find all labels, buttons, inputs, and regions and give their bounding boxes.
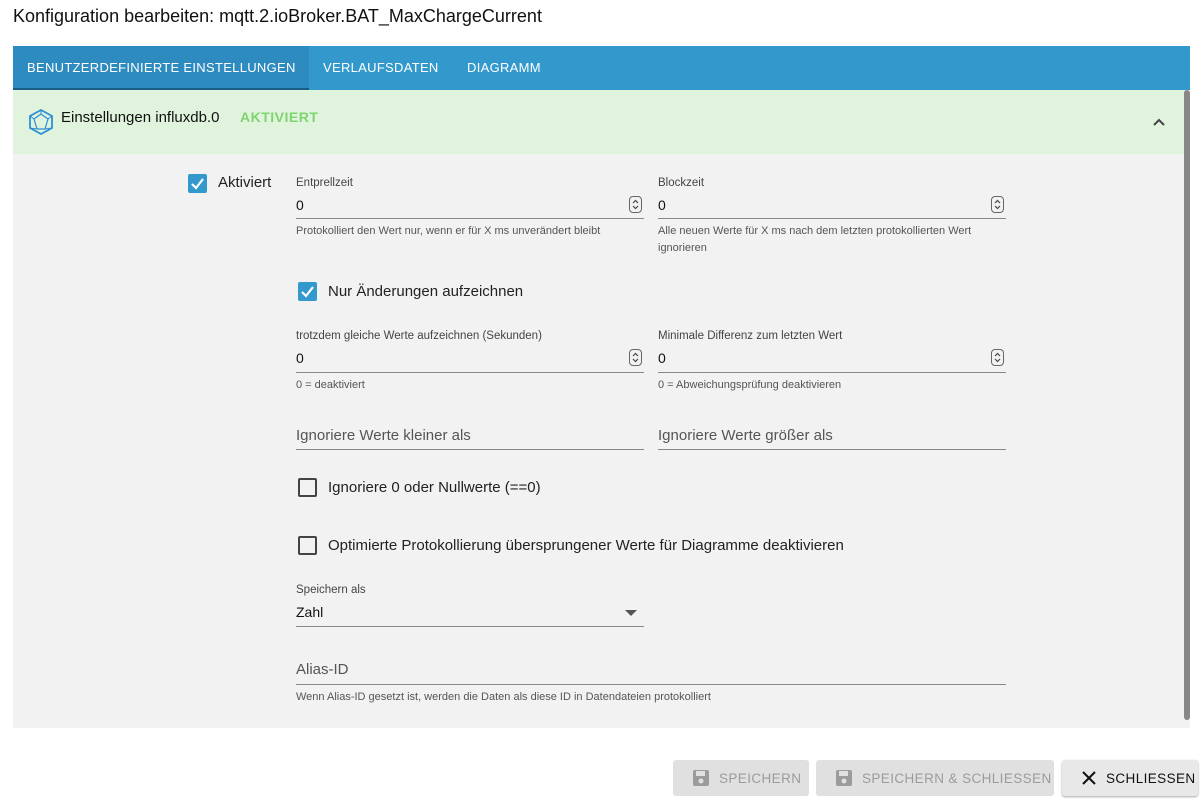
change-min-help: 0 = deaktiviert	[296, 379, 365, 391]
min-diff-help: 0 = Abweichungsprüfung deaktivieren	[658, 379, 842, 391]
store-as-select[interactable]: Zahl	[296, 604, 323, 620]
min-diff-input[interactable]: 0	[658, 350, 666, 366]
disable-skipped-checkbox[interactable]	[298, 536, 317, 555]
close-button-label: SCHLIESSEN	[1106, 770, 1196, 786]
debounce-input[interactable]: 0	[296, 197, 304, 213]
panel-title: Einstellungen influxdb.0	[61, 109, 220, 126]
enabled-checkbox[interactable]	[188, 174, 207, 193]
ignore-above-input[interactable]: Ignoriere Werte größer als	[658, 427, 833, 444]
dialog-title: Konfiguration bearbeiten: mqtt.2.ioBroke…	[13, 6, 542, 26]
save-button[interactable]: SPEICHERN	[673, 760, 809, 796]
change-min-stepper-icon[interactable]	[629, 349, 642, 366]
chevron-up-icon[interactable]	[1149, 112, 1169, 132]
tab-custom-settings[interactable]: BENUTZERDEFINIERTE EINSTELLUNGEN	[13, 46, 309, 90]
blocktime-label: Blockzeit	[658, 177, 705, 189]
min-diff-label: Minimale Differenz zum letzten Wert	[658, 330, 843, 342]
alias-id-help: Wenn Alias-ID gesetzt ist, werden die Da…	[296, 691, 711, 703]
scrollbar[interactable]	[1184, 90, 1190, 720]
tab-bar: BENUTZERDEFINIERTE EINSTELLUNGEN VERLAUF…	[13, 46, 1190, 90]
changes-only-label: Nur Änderungen aufzeichnen	[328, 283, 524, 300]
close-button[interactable]: SCHLIESSEN	[1062, 760, 1198, 796]
tab-history-data[interactable]: VERLAUFSDATEN	[309, 46, 449, 90]
store-as-label: Speichern als	[296, 584, 366, 596]
change-min-label: trotzdem gleiche Werte aufzeichnen (Seku…	[296, 330, 542, 342]
debounce-underline	[296, 218, 644, 219]
debounce-stepper-icon[interactable]	[629, 196, 642, 213]
blocktime-input[interactable]: 0	[658, 197, 666, 213]
ignore-below-input[interactable]: Ignoriere Werte kleiner als	[296, 427, 471, 444]
status-badge: AKTIVIERT	[240, 109, 319, 125]
blocktime-underline	[658, 218, 1006, 219]
save-icon	[836, 770, 852, 786]
chevron-down-icon[interactable]	[625, 610, 637, 616]
ignore-above-underline	[658, 449, 1006, 450]
debounce-label: Entprellzeit	[296, 177, 353, 189]
ignore-zero-checkbox[interactable]	[298, 478, 317, 497]
blocktime-help: Alle neuen Werte für X ms nach dem letzt…	[658, 225, 972, 254]
ignore-below-underline	[296, 449, 644, 450]
min-diff-underline	[658, 372, 1006, 373]
save-icon	[693, 770, 709, 786]
save-and-close-button[interactable]: SPEICHERN & SCHLIESSEN	[816, 760, 1054, 796]
close-icon	[1082, 771, 1096, 785]
panel-header[interactable]: Einstellungen influxdb.0 AKTIVIERT	[13, 90, 1185, 154]
tab-chart[interactable]: DIAGRAMM	[453, 46, 553, 90]
save-button-label: SPEICHERN	[719, 770, 802, 786]
save-and-close-button-label: SPEICHERN & SCHLIESSEN	[862, 770, 1052, 786]
store-as-underline	[296, 626, 644, 627]
alias-id-input[interactable]: Alias-ID	[296, 661, 349, 678]
influxdb-icon	[27, 108, 55, 136]
enabled-label: Aktiviert	[218, 174, 272, 191]
change-min-underline	[296, 372, 644, 373]
disable-skipped-label: Optimierte Protokollierung übersprungene…	[328, 537, 844, 554]
ignore-zero-label: Ignoriere 0 oder Nullwerte (==0)	[328, 479, 541, 496]
blocktime-stepper-icon[interactable]	[991, 196, 1004, 213]
min-diff-stepper-icon[interactable]	[991, 349, 1004, 366]
alias-id-underline	[296, 684, 1006, 685]
debounce-help: Protokolliert den Wert nur, wenn er für …	[296, 225, 601, 237]
changes-only-checkbox[interactable]	[298, 282, 317, 301]
change-min-input[interactable]: 0	[296, 350, 304, 366]
settings-scroll-area[interactable]: Einstellungen influxdb.0 AKTIVIERT Aktiv…	[13, 90, 1190, 728]
